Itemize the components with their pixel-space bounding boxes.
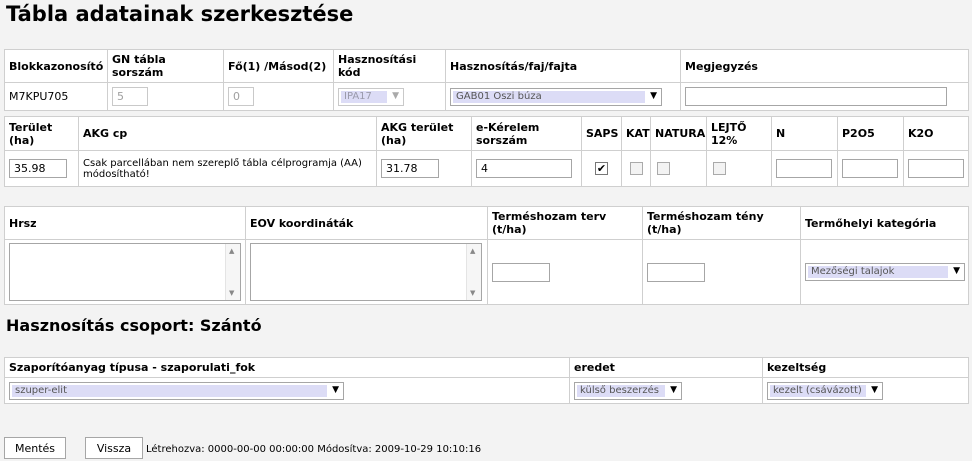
header-gn-tabla-sorszam: GN tábla sorszám — [107, 49, 224, 83]
lejto-checkbox[interactable] — [713, 162, 726, 176]
scroll-down-icon: ▼ — [470, 289, 476, 297]
header-eov-koordinatak: EOV koordináták — [245, 206, 488, 240]
header-e-kerelem-sorszam: e-Kérelem sorszám — [471, 116, 582, 151]
save-button[interactable]: Mentés — [4, 437, 66, 459]
hrsz-textarea[interactable]: ▲ ▼ — [9, 243, 241, 301]
parcel-location-table: Hrsz EOV koordináták Terméshozam terv (t… — [4, 206, 969, 305]
eredet-select[interactable]: külső beszerzés ▼ — [574, 381, 682, 400]
header-szaporitoanyag: Szaporítóanyag típusa - szaporulati_fok — [4, 357, 570, 378]
header-hasznositas-faj-fajta: Hasznosítás/faj/fajta — [445, 49, 681, 83]
chevron-down-icon: ▼ — [871, 384, 878, 395]
termeshozam-teny-input[interactable] — [647, 262, 705, 282]
megjegyzes-input[interactable] — [685, 87, 947, 106]
k2o-input[interactable] — [908, 159, 964, 178]
gn-tabla-sorszam-input[interactable] — [112, 87, 148, 106]
chevron-down-icon: ▼ — [392, 90, 399, 101]
scroll-up-icon: ▲ — [229, 247, 235, 255]
header-eredet: eredet — [569, 357, 763, 378]
chevron-down-icon: ▼ — [650, 90, 657, 101]
propagation-material-table: Szaporítóanyag típusa - szaporulati_fok … — [4, 357, 969, 404]
parcel-identity-table: Blokkazonosító GN tábla sorszám Fő(1) /M… — [4, 49, 969, 111]
hasznositasi-kod-select[interactable]: IPA17 ▼ — [338, 87, 404, 106]
header-kat: KAT — [621, 116, 651, 151]
header-megjegyzes: Megjegyzés — [680, 49, 969, 83]
header-termohelyi-kategoria: Termőhelyi kategória — [800, 206, 969, 240]
kat-checkbox[interactable] — [629, 162, 643, 176]
scroll-down-icon: ▼ — [229, 289, 235, 297]
header-saps: SAPS — [581, 116, 622, 151]
chevron-down-icon: ▼ — [670, 384, 677, 395]
header-termeshozam-terv: Terméshozam terv (t/ha) — [487, 206, 643, 240]
kezeltseg-select[interactable]: kezelt (csávázott) ▼ — [767, 381, 883, 400]
scrollbar[interactable]: ▲ ▼ — [466, 244, 481, 300]
timestamp-note: Létrehozva: 0000-00-00 00:00:00 Módosítv… — [146, 444, 482, 455]
scrollbar[interactable]: ▲ ▼ — [225, 244, 240, 300]
p2o5-input[interactable] — [842, 159, 898, 178]
termohelyi-kategoria-value: Mezőségi talajok — [808, 266, 948, 278]
header-akg-cp: AKG cp — [78, 116, 377, 151]
natura-checkbox[interactable] — [657, 162, 670, 176]
header-k2o: K2O — [903, 116, 969, 151]
header-kezeltseg: kezeltség — [762, 357, 969, 378]
header-n: N — [771, 116, 838, 151]
akg-terulet-input[interactable] — [381, 159, 439, 178]
page-title: Tábla adatainak szerkesztése — [6, 2, 354, 26]
akg-cp-notice: Csak parcellában nem szereplő tábla célp… — [78, 150, 377, 187]
kezeltseg-value: kezelt (csávázott) — [770, 384, 866, 397]
saps-checkbox[interactable]: ✔ — [595, 162, 608, 176]
termohelyi-kategoria-select[interactable]: Mezőségi talajok ▼ — [805, 263, 965, 281]
n-input[interactable] — [776, 159, 832, 178]
header-akg-terulet: AKG terület (ha) — [376, 116, 472, 151]
header-terulet: Terület (ha) — [4, 116, 79, 151]
header-hasznositasi-kod: Hasznosítási kód — [333, 49, 446, 83]
parcel-area-table: Terület (ha) AKG cp AKG terület (ha) e-K… — [4, 116, 969, 187]
szaporitoanyag-select[interactable]: szuper-elit ▼ — [9, 381, 344, 400]
chevron-down-icon: ▼ — [332, 384, 339, 395]
scroll-up-icon: ▲ — [470, 247, 476, 255]
blokkazonosito-value: M7KPU705 — [4, 82, 108, 111]
header-hrsz: Hrsz — [4, 206, 246, 240]
termeshozam-terv-input[interactable] — [492, 262, 550, 282]
fo-masod-input[interactable] — [228, 87, 254, 106]
terulet-input[interactable] — [9, 159, 67, 178]
header-fo-masod: Fő(1) /Másod(2) — [223, 49, 334, 83]
szaporitoanyag-value: szuper-elit — [12, 384, 327, 397]
e-kerelem-sorszam-input[interactable] — [476, 159, 572, 178]
chevron-down-icon: ▼ — [953, 266, 960, 276]
hasznositas-faj-fajta-value: GAB01 Őszi búza — [453, 90, 645, 103]
header-blokkazonosito: Blokkazonosító — [4, 49, 108, 83]
header-natura: NATURA — [650, 116, 707, 151]
eredet-value: külső beszerzés — [577, 384, 665, 397]
hasznositas-faj-fajta-select[interactable]: GAB01 Őszi búza ▼ — [450, 87, 662, 106]
section-title: Hasznosítás csoport: Szántó — [6, 316, 262, 335]
header-p2o5: P2O5 — [837, 116, 904, 151]
header-lejto: LEJTŐ 12% — [706, 116, 772, 151]
header-termeshozam-teny: Terméshozam tény (t/ha) — [642, 206, 801, 240]
hasznositasi-kod-value: IPA17 — [341, 90, 387, 103]
back-button[interactable]: Vissza — [85, 437, 143, 459]
eov-koordinatak-textarea[interactable]: ▲ ▼ — [250, 243, 482, 301]
